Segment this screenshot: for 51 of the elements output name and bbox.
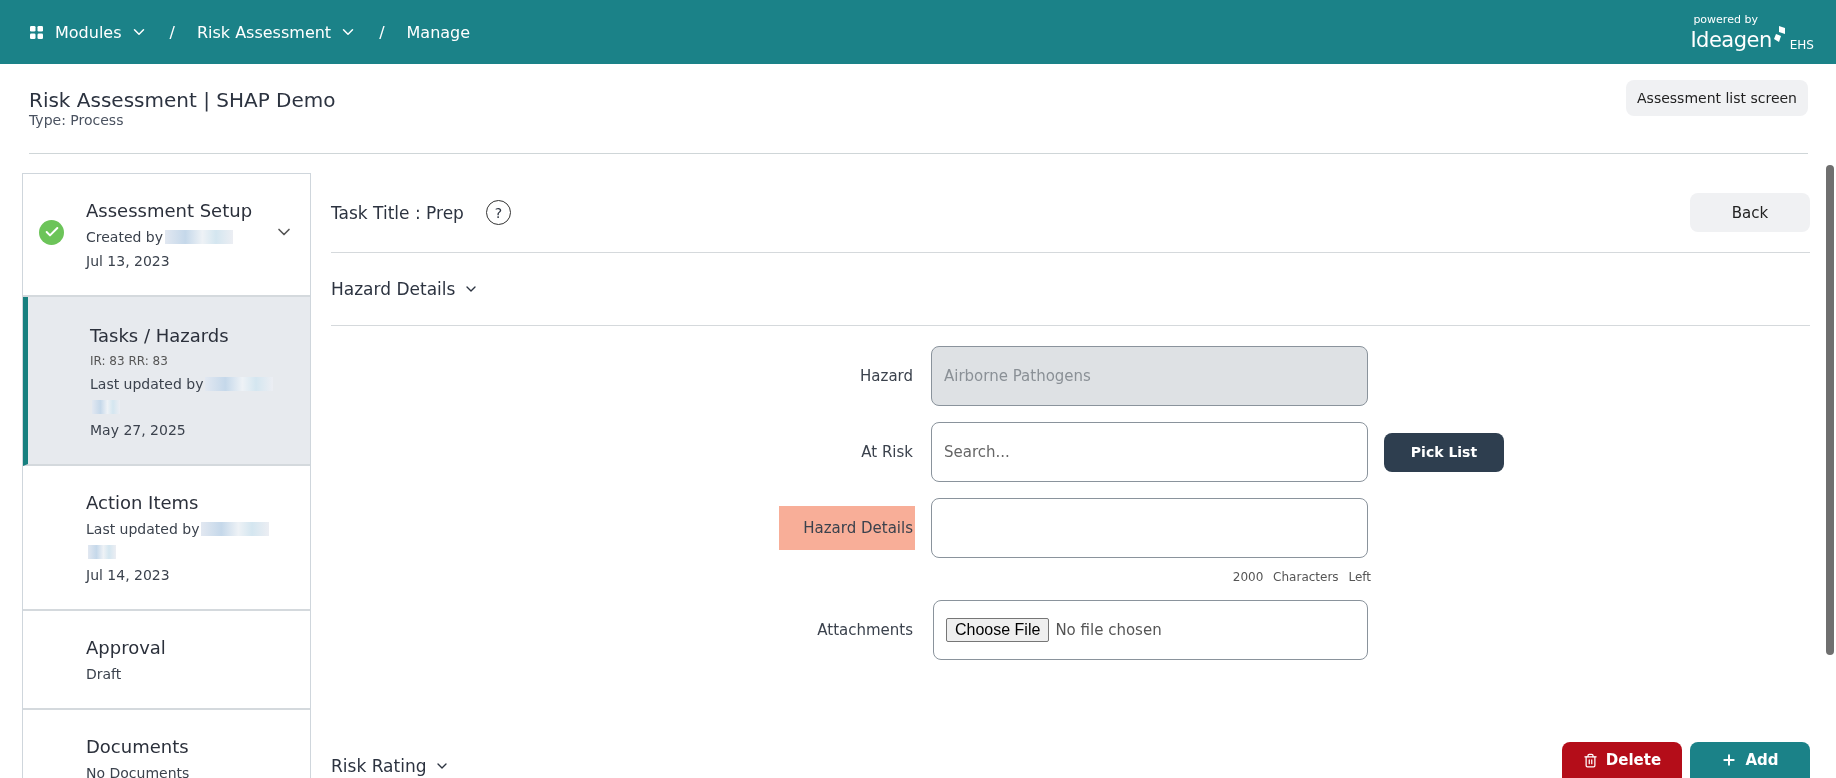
- risk-scores: IR: 83 RR: 83: [90, 354, 169, 368]
- pick-list-button[interactable]: Pick List: [1384, 432, 1504, 472]
- breadcrumb: Manage: [406, 22, 471, 42]
- brand-suffix: EHS: [1789, 37, 1814, 52]
- item-detail: Draft: [86, 666, 123, 682]
- choose-file-button[interactable]: Choose File: [946, 618, 1050, 642]
- item-detail: Jul 13, 2023: [86, 253, 171, 269]
- powered-by: powered by: [1693, 12, 1758, 26]
- add-button[interactable]: Add: [1690, 742, 1810, 778]
- field-label: Attachments: [816, 620, 914, 641]
- sidebar-item[interactable]: Tasks / Hazards IR: 83 RR: 83 Last updated by May 27, 2025: [23, 297, 310, 466]
- redacted-name: [201, 522, 270, 536]
- item-title: Documents: [86, 736, 190, 757]
- item-title: Approval: [86, 637, 167, 658]
- item-detail: Jul 14, 2023: [86, 567, 171, 583]
- field-label: Hazard: [859, 366, 914, 387]
- page-subtitle: Type: Process: [29, 112, 125, 128]
- file-status: No file chosen: [1055, 621, 1162, 639]
- field-label: Hazard Details: [779, 506, 915, 550]
- scrollbar[interactable]: [1826, 165, 1834, 655]
- updated-by: Created by: [86, 229, 164, 245]
- item-detail: May 27, 2025: [90, 422, 187, 438]
- updated-by: Last updated by: [90, 376, 204, 392]
- item-title: Assessment Setup: [86, 200, 254, 221]
- breadcrumb-menu[interactable]: Modules: [55, 22, 148, 42]
- item-detail: No Documents: [86, 765, 191, 778]
- field-label: At Risk: [860, 442, 914, 463]
- item-title: Tasks / Hazards: [90, 325, 230, 346]
- section-toggle[interactable]: Risk Rating: [331, 756, 451, 778]
- redacted-name: [92, 400, 120, 414]
- task-title: Task Title : Prep: [331, 202, 464, 223]
- characters-left: 2000 Characters Left: [1232, 570, 1371, 584]
- file-field[interactable]: Choose File No file chosen: [933, 600, 1368, 660]
- brand-name: Ideagen: [1690, 27, 1772, 52]
- hazard-details-field[interactable]: [931, 498, 1368, 558]
- redacted-name: [165, 230, 234, 244]
- delete-button[interactable]: Delete: [1562, 742, 1682, 778]
- breadcrumb-separator: /: [169, 22, 175, 42]
- item-title: Action Items: [86, 492, 200, 513]
- search-field[interactable]: Search...: [931, 422, 1368, 482]
- grid-icon: [30, 25, 43, 39]
- updated-by: Last updated by: [86, 521, 200, 537]
- trash-icon: [1582, 752, 1598, 768]
- breadcrumb-separator: /: [379, 22, 385, 42]
- redacted-name: [205, 377, 274, 391]
- assessment-list-button[interactable]: Assessment list screen: [1626, 80, 1808, 116]
- page-title: Risk Assessment | SHAP Demo: [29, 87, 336, 112]
- redacted-name: [88, 545, 116, 559]
- section-toggle[interactable]: Hazard Details: [331, 253, 1810, 326]
- back-button[interactable]: Back: [1690, 193, 1810, 232]
- breadcrumb-menu[interactable]: Risk Assessment: [196, 22, 358, 42]
